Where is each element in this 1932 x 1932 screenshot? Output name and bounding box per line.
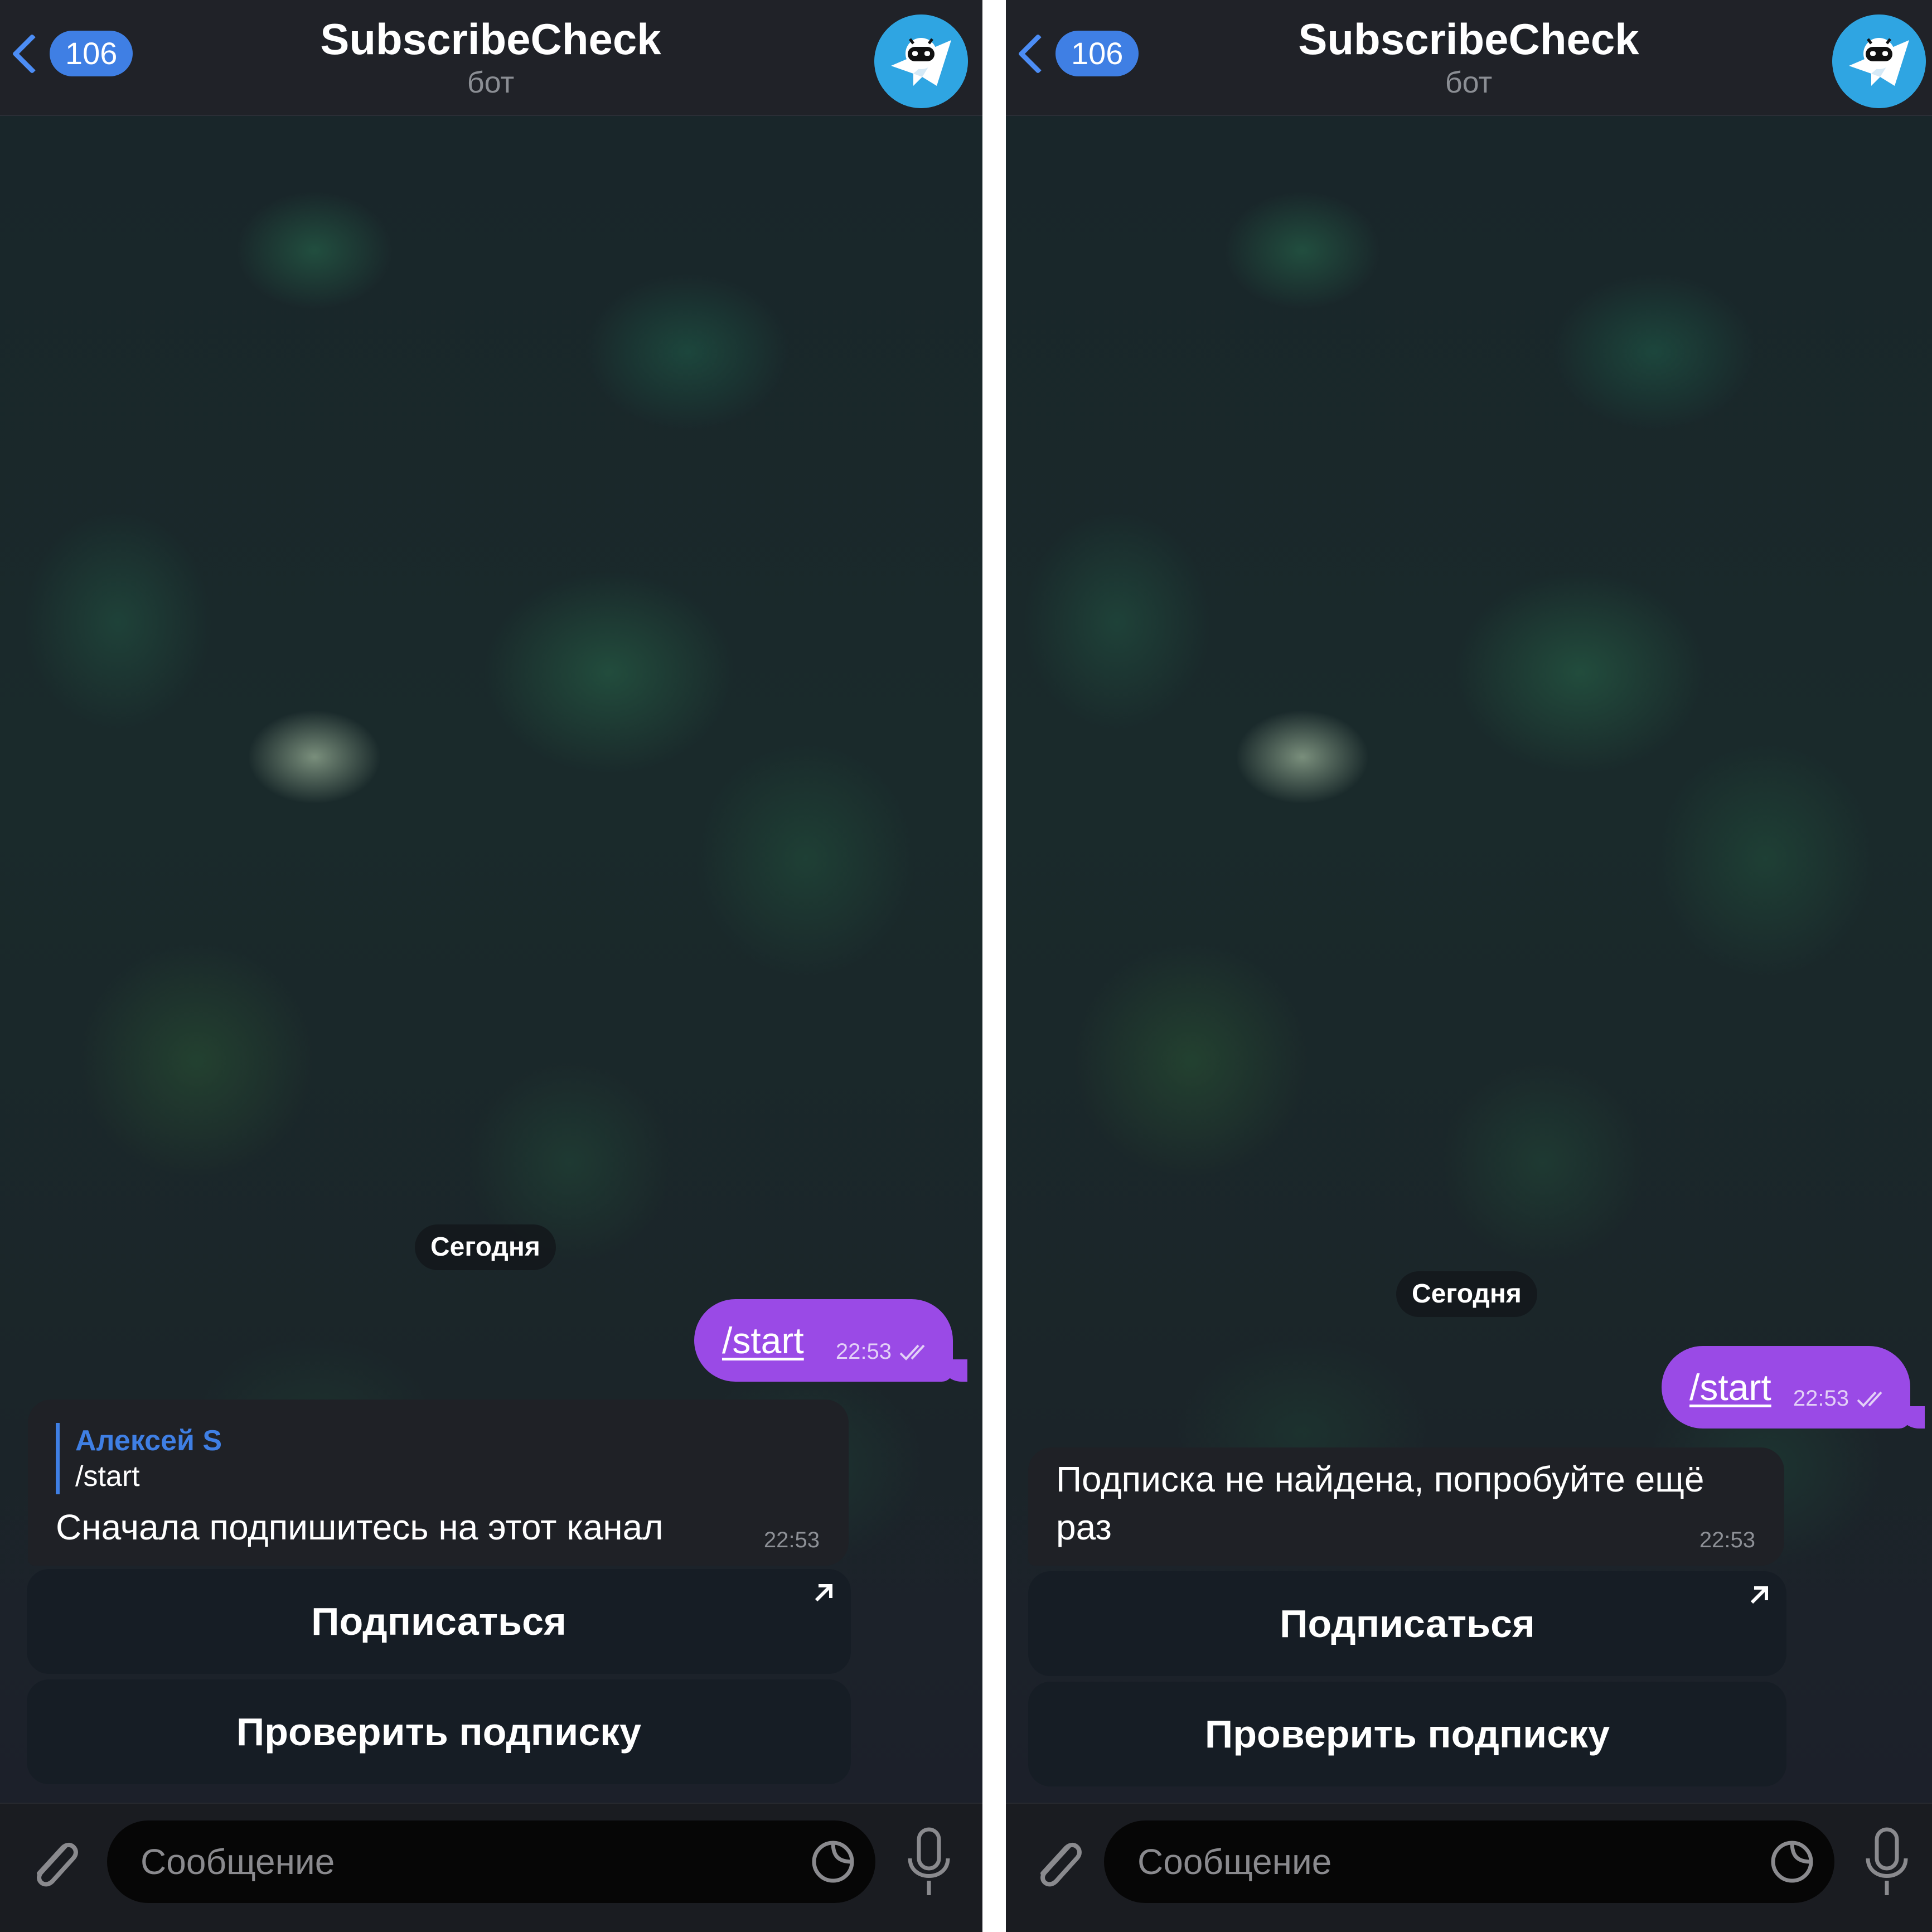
chevron-left-icon [1018,33,1058,74]
check-subscription-button[interactable]: Проверить подписку [1028,1682,1786,1786]
message-time: 22:53 [763,1528,820,1552]
command-link[interactable]: /start [722,1318,804,1363]
chat-header: 106 SubscribeCheck бот [0,0,982,116]
message-input-bar: Сообщение [1006,1803,1932,1932]
reply-quote[interactable]: Алексей S /start [56,1423,222,1494]
chevron-left-icon [12,33,52,74]
bot-avatar[interactable] [1832,14,1926,108]
reply-text: /start [75,1460,140,1493]
input-placeholder: Сообщение [141,1842,335,1882]
double-check-icon [899,1344,925,1360]
outgoing-message[interactable]: /start 22:53 [694,1299,967,1382]
message-text-line-1: Подписка не найдена, попробуйте ещё [1056,1459,1705,1499]
check-subscription-button[interactable]: Проверить подписку [27,1679,851,1784]
back-button[interactable]: 106 [6,31,133,76]
chat-title: SubscribeCheck [320,14,661,64]
message-text-line-2: раз [1056,1507,1112,1547]
input-placeholder: Сообщение [1137,1842,1332,1882]
sticker-icon[interactable] [1770,1839,1814,1884]
paperclip-icon[interactable] [22,1829,84,1896]
message-time: 22:53 [1793,1386,1849,1411]
subscribe-button[interactable]: Подписаться [27,1569,851,1674]
message-text: Сначала подпишитесь на этот канал [56,1507,664,1547]
message-input[interactable]: Сообщение [1104,1820,1834,1903]
unread-count-badge: 106 [1055,31,1139,76]
message-time: 22:53 [1699,1528,1755,1552]
microphone-icon[interactable] [1859,1826,1915,1899]
bot-avatar[interactable] [874,14,968,108]
chat-screen-right: 106 SubscribeCheck бот Сегодня /start 22… [1006,0,1932,1932]
reply-author: Алексей S [75,1425,222,1457]
chat-header: 106 SubscribeCheck бот [1006,0,1932,116]
command-link[interactable]: /start [1689,1365,1771,1410]
paperclip-icon[interactable] [1026,1829,1087,1896]
chat-title-block[interactable]: SubscribeCheck бот [1218,12,1720,99]
chat-title-block[interactable]: SubscribeCheck бот [240,12,742,99]
date-divider: Сегодня [1396,1271,1537,1317]
subscribe-button[interactable]: Подписаться [1028,1571,1786,1676]
subscribe-button-label: Подписаться [1280,1602,1535,1645]
chat-subtitle: бот [1445,66,1493,99]
message-time: 22:53 [835,1339,892,1364]
incoming-message[interactable]: Подписка не найдена, попробуйте ещё раз … [1028,1447,1784,1566]
telegram-bot-avatar-icon [1832,14,1926,108]
date-divider: Сегодня [415,1224,556,1270]
telegram-bot-avatar-icon [874,14,968,108]
external-link-arrow-icon [815,1584,832,1602]
chat-title: SubscribeCheck [1298,14,1639,64]
chat-screen-left: 106 SubscribeCheck бот Сегодня /start 22… [0,0,982,1932]
external-link-arrow-icon [1750,1586,1768,1604]
incoming-message[interactable]: Алексей S /start Сначала подпишитесь на … [28,1400,849,1566]
back-button[interactable]: 106 [1011,31,1139,76]
check-subscription-label: Проверить подписку [236,1710,642,1754]
sticker-icon[interactable] [811,1839,855,1884]
subscribe-button-label: Подписаться [311,1600,566,1643]
microphone-icon[interactable] [901,1826,957,1899]
double-check-icon [1857,1391,1882,1407]
message-input[interactable]: Сообщение [107,1820,875,1903]
unread-count-badge: 106 [50,31,133,76]
check-subscription-label: Проверить подписку [1204,1712,1610,1756]
chat-subtitle: бот [467,66,515,99]
outgoing-message[interactable]: /start 22:53 [1662,1346,1925,1429]
message-input-bar: Сообщение [0,1803,982,1932]
